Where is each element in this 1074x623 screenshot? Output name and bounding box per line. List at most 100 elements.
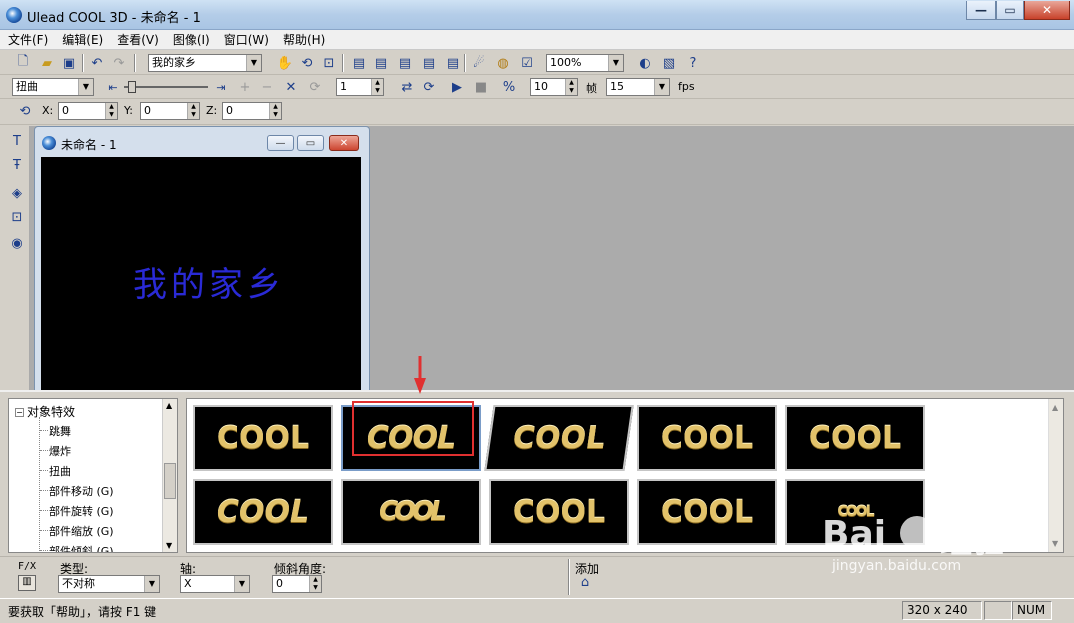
- timeline-slider[interactable]: [124, 79, 208, 95]
- effect-thumb[interactable]: COOL: [489, 479, 629, 545]
- frame-count-select[interactable]: 15 ▼: [606, 78, 670, 96]
- menu-edit[interactable]: 编辑(E): [62, 31, 103, 48]
- document-icon: [42, 136, 56, 150]
- spin-arrows-icon[interactable]: ▲ ▼: [371, 79, 383, 95]
- first-keyframe-icon[interactable]: ⇤: [104, 78, 122, 96]
- chevron-down-icon[interactable]: ▼: [654, 79, 669, 95]
- spin-arrows-icon[interactable]: ▲ ▼: [309, 576, 321, 592]
- spin-arrows-icon[interactable]: ▲ ▼: [105, 103, 117, 119]
- effect-thumb[interactable]: COOL: [484, 405, 634, 471]
- undo-icon[interactable]: ↶: [88, 54, 106, 72]
- hand-pan-icon[interactable]: ✋: [276, 54, 294, 72]
- spin-arrows-icon[interactable]: ▲ ▼: [565, 79, 577, 95]
- maximize-button[interactable]: ▭: [996, 1, 1024, 20]
- chevron-down-icon[interactable]: ▼: [234, 576, 249, 592]
- spin-arrows-icon[interactable]: ▲ ▼: [187, 103, 199, 119]
- edit-text-icon[interactable]: Ŧ: [8, 156, 26, 174]
- ping-pong-icon[interactable]: ⟳: [420, 78, 438, 96]
- redo-icon[interactable]: ↷: [110, 54, 128, 72]
- reverse-icon[interactable]: ✕: [282, 78, 300, 96]
- zoom-select[interactable]: 100% ▼: [546, 54, 624, 72]
- document-window[interactable]: 未命名 - 1 — ▭ ✕ 我的家乡: [34, 126, 370, 393]
- view-left-icon[interactable]: ▤: [396, 54, 414, 72]
- insert-graphic-icon[interactable]: ◈: [8, 184, 26, 202]
- geometry-icon[interactable]: ◉: [8, 234, 26, 252]
- tree-root[interactable]: − 对象特效: [15, 403, 75, 420]
- effect-thumb[interactable]: COOL: [785, 405, 925, 471]
- percent-icon[interactable]: %: [500, 78, 518, 96]
- collapse-icon[interactable]: −: [15, 408, 24, 417]
- app-icon[interactable]: [6, 7, 22, 23]
- globe-icon[interactable]: ◍: [494, 54, 512, 72]
- tree-item-explode[interactable]: 爆炸: [49, 443, 71, 459]
- menu-view[interactable]: 查看(V): [117, 31, 159, 48]
- select-object-icon[interactable]: ⊡: [8, 208, 26, 226]
- doc-maximize-button[interactable]: ▭: [297, 135, 324, 151]
- chevron-down-icon[interactable]: ▼: [78, 79, 93, 95]
- doc-close-button[interactable]: ✕: [329, 135, 359, 151]
- tree-item-twist[interactable]: 扭曲: [49, 463, 71, 479]
- object-select[interactable]: 我的家乡 ▼: [148, 54, 262, 72]
- last-keyframe-icon[interactable]: ⇥: [212, 78, 230, 96]
- position-tool-icon[interactable]: ⟲: [16, 102, 34, 120]
- tree-scrollbar[interactable]: ▲ ▼: [162, 399, 177, 552]
- loop-icon[interactable]: ⇄: [398, 78, 416, 96]
- frame-number-input[interactable]: 1 ▲ ▼: [336, 78, 384, 96]
- tree-item-part-move[interactable]: 部件移动 (G): [49, 483, 114, 499]
- rotate-object-icon[interactable]: ⟲: [298, 54, 316, 72]
- menu-window[interactable]: 窗口(W): [224, 31, 269, 48]
- num-lock-indicator: NUM: [1012, 601, 1052, 620]
- insert-text-icon[interactable]: T: [8, 132, 26, 150]
- chevron-down-icon[interactable]: ▼: [246, 55, 261, 71]
- render-icon[interactable]: ◐: [636, 54, 654, 72]
- size-object-icon[interactable]: ⊡: [320, 54, 338, 72]
- angle-input[interactable]: 0 ▲ ▼: [272, 575, 322, 593]
- open-folder-icon[interactable]: ▰: [38, 54, 56, 72]
- check-box-icon[interactable]: ☑: [518, 54, 536, 72]
- effect-thumb[interactable]: COOL: [637, 479, 777, 545]
- fps-input[interactable]: 10 ▲ ▼: [530, 78, 578, 96]
- stop-icon[interactable]: ■: [472, 78, 490, 96]
- axis-select-value: X: [184, 577, 192, 590]
- menu-help[interactable]: 帮助(H): [283, 31, 325, 48]
- play-icon[interactable]: ▶: [448, 78, 466, 96]
- chevron-down-icon[interactable]: ▼: [144, 576, 159, 592]
- view-back-icon[interactable]: ▤: [372, 54, 390, 72]
- menu-image[interactable]: 图像(I): [173, 31, 210, 48]
- effect-thumb[interactable]: COOL: [193, 405, 333, 471]
- tree-item-part-rotate[interactable]: 部件旋转 (G): [49, 503, 114, 519]
- x-input[interactable]: 0 ▲ ▼: [58, 102, 118, 120]
- loop-back-icon[interactable]: ⟳: [306, 78, 324, 96]
- tree-item-dance[interactable]: 跳舞: [49, 423, 71, 439]
- minimize-button[interactable]: —: [966, 1, 996, 20]
- spin-arrows-icon[interactable]: ▲ ▼: [269, 103, 281, 119]
- new-file-icon[interactable]: 🗋: [14, 54, 32, 72]
- view-top-icon[interactable]: ▤: [444, 54, 462, 72]
- tree-item-part-tilt[interactable]: 部件倾斜 (G): [49, 543, 114, 552]
- view-right-icon[interactable]: ▤: [420, 54, 438, 72]
- effect-thumb[interactable]: COOL: [341, 479, 481, 545]
- remove-keyframe-icon[interactable]: −: [258, 78, 276, 96]
- light-icon[interactable]: ☄: [470, 54, 488, 72]
- canvas-text[interactable]: 我的家乡: [133, 257, 285, 306]
- effect-thumb[interactable]: COOL: [637, 405, 777, 471]
- add-keyframe-icon[interactable]: +: [236, 78, 254, 96]
- help-pointer-icon[interactable]: ?: [684, 54, 702, 72]
- effect-select[interactable]: 扭曲 ▼: [12, 78, 94, 96]
- fx-toggle-icon[interactable]: ▥: [18, 575, 36, 591]
- axis-select[interactable]: X ▼: [180, 575, 250, 593]
- effect-thumb[interactable]: COOL: [193, 479, 333, 545]
- chevron-down-icon[interactable]: ▼: [608, 55, 623, 71]
- z-input[interactable]: 0 ▲ ▼: [222, 102, 282, 120]
- type-select[interactable]: 不对称 ▼: [58, 575, 160, 593]
- palette-icon[interactable]: ▧: [660, 54, 678, 72]
- render-canvas[interactable]: 我的家乡: [41, 157, 361, 393]
- y-input[interactable]: 0 ▲ ▼: [140, 102, 200, 120]
- doc-minimize-button[interactable]: —: [267, 135, 294, 151]
- tree-item-part-scale[interactable]: 部件缩放 (G): [49, 523, 114, 539]
- add-house-icon[interactable]: ⌂: [576, 575, 594, 593]
- menu-file[interactable]: 文件(F): [8, 31, 48, 48]
- view-front-icon[interactable]: ▤: [350, 54, 368, 72]
- save-icon[interactable]: ▣: [60, 54, 78, 72]
- close-button[interactable]: ✕: [1024, 1, 1070, 20]
